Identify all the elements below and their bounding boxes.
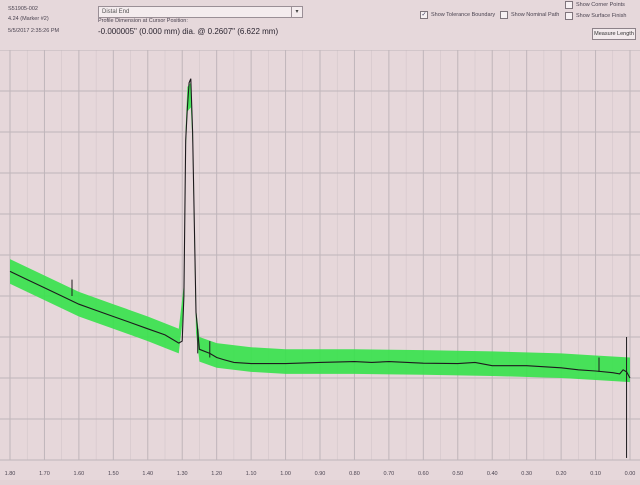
- marker-label: 4.24 (Marker #2): [8, 16, 49, 22]
- show-nominal-label: Show Nominal Path: [511, 12, 560, 18]
- x-tick-label: 0.30: [521, 471, 532, 477]
- show-corner-label: Show Corner Points: [576, 2, 625, 8]
- x-tick-label: 1.60: [74, 471, 85, 477]
- checkbox-checked-icon[interactable]: ✓: [420, 11, 428, 19]
- section-dropdown-value: Distal End: [102, 9, 130, 15]
- x-tick-label: 0.20: [556, 471, 567, 477]
- x-tick-label: 1.20: [211, 471, 222, 477]
- profile-dimension-label: Profile Dimension at Cursor Position:: [98, 18, 188, 24]
- part-number: S51905-002: [8, 6, 38, 12]
- profile-chart[interactable]: 1.80 1.70 1.60 1.50 1.40 1.30 1.20 1.10 1.00 0.90…: [0, 49, 640, 480]
- section-dropdown[interactable]: Distal End ▾: [98, 6, 303, 18]
- profile-dimension-value: -0.000005" (0.000 mm) dia. @ 0.2607" (6.…: [98, 27, 279, 36]
- show-tolerance-checkbox[interactable]: ✓ Show Tolerance Boundary: [420, 11, 495, 19]
- x-tick-label: 0.10: [590, 471, 601, 477]
- x-tick-label: 0.60: [418, 471, 429, 477]
- timestamp: 5/5/2017 2:35:26 PM: [8, 28, 60, 34]
- checkbox-icon[interactable]: [565, 1, 573, 9]
- x-tick-label: 0.00: [625, 471, 636, 477]
- show-nominal-checkbox[interactable]: Show Nominal Path: [500, 11, 559, 19]
- grid-lines: [0, 49, 640, 461]
- chevron-down-icon[interactable]: ▾: [291, 7, 302, 17]
- checkbox-icon[interactable]: [565, 12, 573, 20]
- x-tick-label: 0.80: [349, 471, 360, 477]
- x-tick-label: 0.90: [315, 471, 326, 477]
- x-axis-ticks: 1.80 1.70 1.60 1.50 1.40 1.30 1.20 1.10 1.00 0.90…: [5, 471, 636, 477]
- x-tick-label: 0.40: [487, 471, 498, 477]
- x-tick-label: 1.40: [142, 471, 153, 477]
- show-tolerance-label: Show Tolerance Boundary: [431, 12, 496, 18]
- checkbox-icon[interactable]: [500, 11, 508, 19]
- measure-length-button[interactable]: Measure Length: [592, 28, 636, 40]
- header-bar: S51905-002 4.24 (Marker #2) 5/5/2017 2:3…: [0, 0, 640, 50]
- show-surface-checkbox[interactable]: Show Surface Finish: [565, 12, 626, 20]
- profile-plot[interactable]: 1.80 1.70 1.60 1.50 1.40 1.30 1.20 1.10 1.00 0.90…: [0, 49, 640, 480]
- show-surface-label: Show Surface Finish: [576, 13, 627, 19]
- x-tick-label: 1.70: [39, 471, 50, 477]
- x-tick-label: 0.70: [384, 471, 395, 477]
- x-tick-label: 1.10: [246, 471, 257, 477]
- x-tick-label: 0.50: [452, 471, 463, 477]
- x-tick-label: 1.50: [108, 471, 119, 477]
- x-tick-label: 1.80: [5, 471, 16, 477]
- show-corner-checkbox[interactable]: Show Corner Points: [565, 1, 625, 9]
- x-tick-label: 1.00: [280, 471, 291, 477]
- x-tick-label: 1.30: [177, 471, 188, 477]
